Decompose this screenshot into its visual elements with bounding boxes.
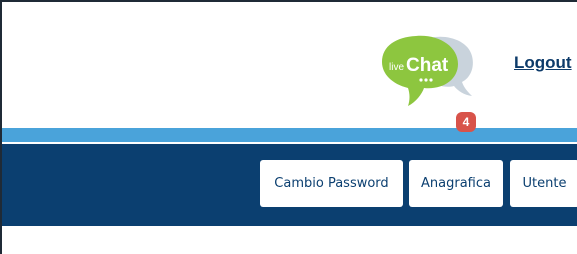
content-area	[2, 226, 577, 254]
navigation-bar: Cambio Password Anagrafica Utente	[2, 144, 577, 226]
anagrafica-button[interactable]: Anagrafica	[409, 160, 503, 207]
livechat-big-text: Chat	[406, 55, 449, 76]
cambio-password-button[interactable]: Cambio Password	[260, 160, 403, 207]
livechat-logo[interactable]: live Chat	[380, 32, 478, 110]
accent-stripe	[2, 128, 577, 142]
app-frame: live Chat Logout 4 Cambio Password Anagr…	[0, 0, 577, 254]
livechat-small-text: live	[389, 62, 404, 73]
logout-link[interactable]: Logout	[514, 53, 572, 73]
header: live Chat Logout	[2, 2, 577, 128]
livechat-icon: live Chat	[382, 35, 473, 106]
utente-button[interactable]: Utente	[510, 160, 577, 207]
chat-notification-badge: 4	[456, 112, 476, 132]
